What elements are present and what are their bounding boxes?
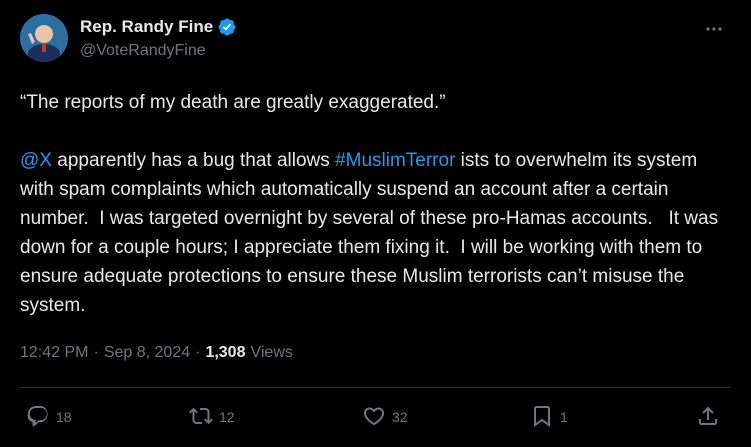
tweet-text: “The reports of my death are greatly exa… xyxy=(20,88,731,320)
like-count: 32 xyxy=(392,409,408,425)
handle[interactable]: @VoteRandyFine xyxy=(80,42,206,60)
share-button[interactable] xyxy=(696,400,720,434)
tweet-text-part: ists to overwhelm its system with spam c… xyxy=(20,150,724,316)
quote-line: “The reports of my death are greatly exa… xyxy=(20,92,446,113)
name-row: Rep. Randy Fine xyxy=(80,17,237,37)
hashtag-link[interactable]: #MuslimTerror xyxy=(335,150,455,171)
meta-separator: · xyxy=(93,344,99,361)
date[interactable]: Sep 8, 2024 xyxy=(104,344,190,362)
reply-icon xyxy=(26,404,50,431)
more-icon[interactable] xyxy=(703,18,725,40)
tweet-text-part: apparently has a bug that allows xyxy=(51,150,336,171)
tweet-meta: 12:42 PM · Sep 8, 2024 · 1,308 Views xyxy=(20,344,293,362)
bookmark-count: 1 xyxy=(560,409,568,425)
action-bar: 18 12 32 1 xyxy=(0,400,751,434)
avatar[interactable] xyxy=(20,14,68,62)
share-icon xyxy=(696,404,720,431)
like-button[interactable]: 32 xyxy=(362,400,408,434)
mention-link[interactable]: @X xyxy=(20,150,52,171)
divider xyxy=(20,387,731,388)
bookmark-button[interactable]: 1 xyxy=(530,400,568,434)
repost-count: 12 xyxy=(219,409,235,425)
heart-icon xyxy=(362,404,386,431)
timestamp[interactable]: 12:42 PM xyxy=(20,344,88,362)
repost-button[interactable]: 12 xyxy=(189,400,235,434)
bookmark-icon xyxy=(530,404,554,431)
repost-icon xyxy=(189,404,213,431)
views-count: 1,308 xyxy=(205,344,246,361)
meta-separator: · xyxy=(195,344,201,361)
tweet-header: Rep. Randy Fine @VoteRandyFine xyxy=(20,14,731,64)
verified-badge-icon xyxy=(217,17,237,37)
display-name[interactable]: Rep. Randy Fine xyxy=(80,17,213,37)
views-label: Views xyxy=(250,344,293,361)
reply-button[interactable]: 18 xyxy=(26,400,72,434)
tweet: Rep. Randy Fine @VoteRandyFine “The repo… xyxy=(0,0,751,447)
reply-count: 18 xyxy=(56,409,72,425)
